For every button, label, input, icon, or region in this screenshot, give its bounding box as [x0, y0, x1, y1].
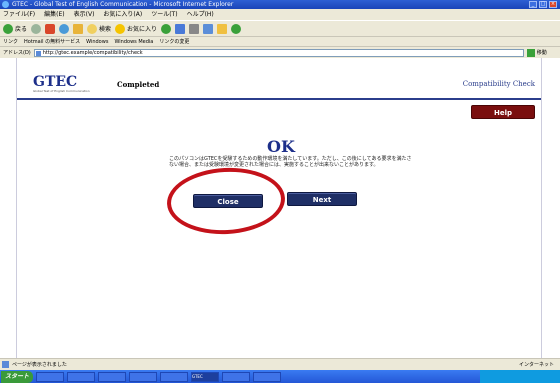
go-arrow-icon	[526, 48, 535, 57]
mail-icon	[175, 23, 186, 34]
folder-icon	[217, 23, 228, 34]
browser-toolbar: 戻る 検索 お気に入り	[0, 20, 560, 37]
result-message: このパソコンはGTECを受験するための動作環境を満たしています。ただし、この後に…	[169, 156, 412, 168]
stop-button[interactable]	[45, 23, 56, 35]
link-windows[interactable]: Windows	[86, 37, 108, 46]
page-content: GTEC Global Test of English Communicatio…	[0, 58, 560, 358]
address-label: アドレス(D)	[3, 50, 31, 56]
search-label: 検索	[99, 26, 112, 33]
home-button[interactable]	[73, 23, 84, 35]
forward-arrow-icon	[31, 23, 42, 34]
taskbar-item[interactable]	[98, 371, 127, 382]
discuss-button[interactable]	[231, 23, 242, 35]
favorites-label: お気に入り	[127, 26, 158, 33]
go-button[interactable]: 移動	[526, 48, 547, 57]
taskbar-item[interactable]	[253, 371, 282, 382]
messenger-button[interactable]	[217, 23, 228, 35]
ok-title: OK	[267, 137, 295, 156]
menu-tools[interactable]: ツール(T)	[151, 9, 177, 20]
gtec-frame: GTEC Global Test of English Communicatio…	[16, 58, 542, 358]
page-done-icon	[2, 361, 9, 368]
next-button[interactable]: Next	[287, 192, 357, 206]
people-icon	[231, 23, 242, 34]
favorites-button[interactable]: お気に入り	[115, 23, 157, 35]
start-button[interactable]: スタート	[1, 370, 34, 383]
system-tray	[480, 370, 560, 383]
back-button[interactable]: 戻る	[3, 23, 27, 35]
address-value: http://gtec.example/compatibility/check	[42, 49, 143, 56]
gtec-header: GTEC Global Test of English Communicatio…	[17, 58, 541, 100]
print-icon	[189, 23, 200, 34]
home-icon	[73, 23, 84, 34]
window-controls: _ □ ×	[529, 1, 557, 8]
link-customize[interactable]: リンクの変更	[159, 37, 189, 46]
link-hotmail[interactable]: Hotmail の無料サービス	[24, 37, 80, 46]
stop-icon	[45, 23, 56, 34]
go-label: 移動	[536, 50, 547, 56]
links-bar: リンク Hotmail の無料サービス Windows Windows Medi…	[0, 37, 560, 47]
page-icon	[35, 50, 41, 56]
back-label: 戻る	[15, 26, 28, 33]
star-icon	[115, 23, 126, 34]
taskbar-item[interactable]	[129, 371, 158, 382]
history-button[interactable]	[161, 23, 172, 35]
link-windows-media[interactable]: Windows Media	[114, 37, 153, 46]
window-titlebar: GTEC - Global Test of English Communicat…	[0, 0, 560, 9]
ie-icon	[2, 1, 9, 8]
gtec-logo: GTEC	[33, 74, 78, 90]
status-heading: Completed	[117, 80, 160, 89]
statusbar: ページが表示されました インターネット	[0, 358, 560, 370]
address-input[interactable]: http://gtec.example/compatibility/check	[33, 48, 524, 57]
edit-icon	[203, 23, 214, 34]
history-icon	[161, 23, 172, 34]
minimize-button[interactable]: _	[529, 1, 537, 8]
window-title: GTEC - Global Test of English Communicat…	[12, 1, 234, 8]
taskbar-item[interactable]	[160, 371, 189, 382]
refresh-icon	[59, 23, 70, 34]
taskbar: スタート GTEC	[0, 370, 560, 383]
address-bar: アドレス(D) http://gtec.example/compatibilit…	[0, 47, 560, 58]
taskbar-item-gtec[interactable]: GTEC	[191, 371, 220, 382]
search-button[interactable]: 検索	[87, 23, 111, 35]
links-label: リンク	[3, 39, 19, 45]
menu-view[interactable]: 表示(V)	[74, 9, 95, 20]
window-close-button[interactable]: ×	[549, 1, 557, 8]
menu-file[interactable]: ファイル(F)	[3, 9, 35, 20]
search-icon	[87, 23, 98, 34]
taskbar-item[interactable]	[36, 371, 65, 382]
gtec-logo-subtitle: Global Test of English Communication	[33, 89, 90, 93]
back-arrow-icon	[3, 23, 13, 34]
forward-button[interactable]	[31, 23, 42, 35]
menubar: ファイル(F) 編集(E) 表示(V) お気に入り(A) ツール(T) ヘルプ(…	[0, 9, 560, 20]
menu-favorites[interactable]: お気に入り(A)	[103, 9, 142, 20]
compatibility-check-label: Compatibility Check	[462, 80, 535, 88]
print-button[interactable]	[189, 23, 200, 35]
refresh-button[interactable]	[59, 23, 70, 35]
edit-button[interactable]	[203, 23, 214, 35]
taskbar-item[interactable]	[222, 371, 251, 382]
highlight-ring	[165, 164, 287, 238]
maximize-button[interactable]: □	[539, 1, 547, 8]
status-text: ページが表示されました	[12, 362, 67, 368]
menu-help[interactable]: ヘルプ(H)	[187, 9, 214, 20]
mail-button[interactable]	[175, 23, 186, 35]
menu-edit[interactable]: 編集(E)	[44, 9, 64, 20]
help-button[interactable]: Help	[471, 105, 535, 119]
taskbar-item[interactable]	[67, 371, 96, 382]
